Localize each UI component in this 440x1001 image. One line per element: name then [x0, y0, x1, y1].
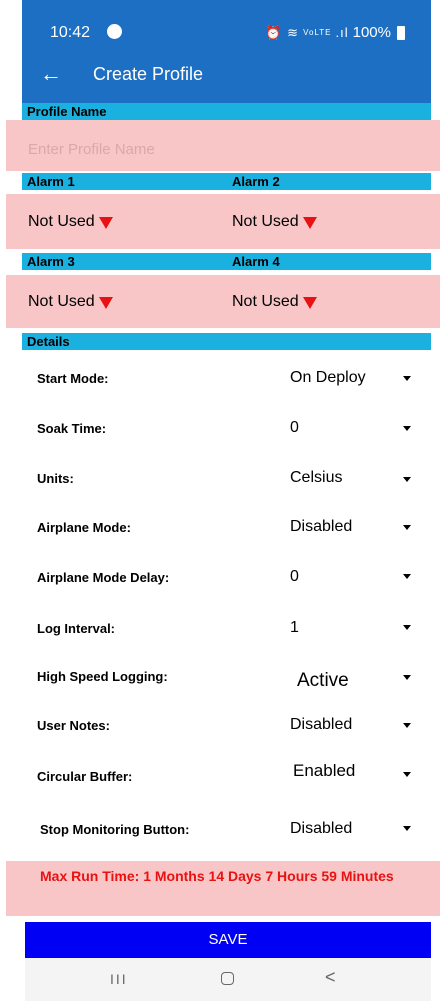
airplane-mode-caret-icon[interactable]: [403, 525, 411, 530]
app-bar: 10:42 ⏰ ≋ VoLTE .ıl 100% ← Create Profil…: [22, 0, 431, 103]
back-arrow-icon[interactable]: ←: [40, 63, 62, 85]
log-interval-dropdown[interactable]: 1: [290, 619, 299, 637]
user-notes-label: User Notes:: [37, 718, 110, 733]
alarm-1-dropdown[interactable]: Not Used: [28, 213, 95, 231]
alarm-1-2-section-bar: Alarm 1 Alarm 2: [22, 173, 431, 190]
circular-buffer-caret-icon[interactable]: [403, 772, 411, 777]
soak-time-caret-icon[interactable]: [403, 426, 411, 431]
android-nav-bar: III <: [25, 958, 431, 1001]
alarm-3-dropdown[interactable]: Not Used: [28, 293, 95, 311]
start-mode-label: Start Mode:: [37, 371, 109, 386]
user-notes-dropdown[interactable]: Disabled: [290, 716, 352, 734]
save-button[interactable]: SAVE: [25, 922, 431, 958]
stop-monitoring-button-caret-icon[interactable]: [403, 826, 411, 831]
log-interval-caret-icon[interactable]: [403, 625, 411, 630]
status-time: 10:42: [50, 24, 91, 41]
airplane-mode-label: Airplane Mode:: [37, 520, 131, 535]
high-speed-logging-caret-icon[interactable]: [403, 675, 411, 680]
airplane-mode-dropdown[interactable]: Disabled: [290, 518, 352, 536]
alarm-3-label: Alarm 3: [27, 254, 75, 269]
airplane-mode-delay-dropdown[interactable]: 0: [290, 568, 299, 586]
stop-monitoring-button-dropdown[interactable]: Disabled: [290, 820, 352, 838]
circular-buffer-label: Circular Buffer:: [37, 769, 133, 784]
alarm-4-label: Alarm 4: [232, 254, 280, 269]
soak-time-label: Soak Time:: [37, 421, 107, 436]
start-mode-caret-icon[interactable]: [403, 376, 411, 381]
messenger-icon: [107, 24, 122, 39]
max-run-time-text: Max Run Time: 1 Months 14 Days 7 Hours 5…: [40, 868, 394, 884]
high-speed-logging-label: High Speed Logging:: [37, 669, 168, 684]
max-run-time-banner: Max Run Time: 1 Months 14 Days 7 Hours 5…: [6, 861, 440, 916]
home-icon[interactable]: [221, 972, 234, 985]
start-mode-dropdown[interactable]: On Deploy: [290, 369, 366, 387]
log-interval-label: Log Interval:: [37, 621, 116, 636]
alarm-3-dropdown-arrow-icon[interactable]: [99, 297, 113, 309]
alarm-2-label: Alarm 2: [232, 174, 280, 189]
details-label: Details: [27, 334, 70, 349]
units-caret-icon[interactable]: [403, 477, 411, 482]
status-indicators: ⏰ ≋ VoLTE .ıl 100%: [265, 24, 405, 41]
circular-buffer-dropdown[interactable]: Enabled: [293, 761, 355, 781]
alarm-1-dropdown-arrow-icon[interactable]: [99, 217, 113, 229]
alarm-1-label: Alarm 1: [27, 174, 75, 189]
alarm-4-dropdown[interactable]: Not Used: [232, 293, 299, 311]
high-speed-logging-dropdown[interactable]: Active: [297, 670, 349, 692]
battery-text: 100%: [352, 24, 391, 41]
alarm-4-dropdown-arrow-icon[interactable]: [303, 297, 317, 309]
user-notes-caret-icon[interactable]: [403, 723, 411, 728]
alarm-3-4-section-bar: Alarm 3 Alarm 4: [22, 253, 431, 270]
signal-icon: .ıl: [335, 25, 349, 40]
units-dropdown[interactable]: Celsius: [290, 469, 342, 487]
battery-icon: [397, 25, 405, 40]
alarm-2-dropdown-arrow-icon[interactable]: [303, 217, 317, 229]
back-nav-icon[interactable]: <: [325, 967, 336, 988]
airplane-mode-delay-label: Airplane Mode Delay:: [37, 570, 170, 585]
profile-name-label: Profile Name: [27, 104, 107, 119]
alarm-2-dropdown[interactable]: Not Used: [232, 213, 299, 231]
stop-monitoring-button-label: Stop Monitoring Button:: [40, 822, 190, 837]
units-label: Units:: [37, 471, 74, 486]
details-section-bar: Details: [22, 333, 431, 350]
recent-apps-icon[interactable]: III: [110, 971, 128, 987]
soak-time-dropdown[interactable]: 0: [290, 419, 299, 437]
profile-name-input[interactable]: Enter Profile Name: [28, 141, 155, 158]
airplane-mode-delay-caret-icon[interactable]: [403, 574, 411, 579]
page-title: Create Profile: [93, 64, 204, 84]
network-label: VoLTE: [303, 28, 332, 37]
profile-name-section-bar: Profile Name: [22, 103, 431, 120]
alarm-wifi-signal-icons: ⏰ ≋: [265, 24, 300, 40]
